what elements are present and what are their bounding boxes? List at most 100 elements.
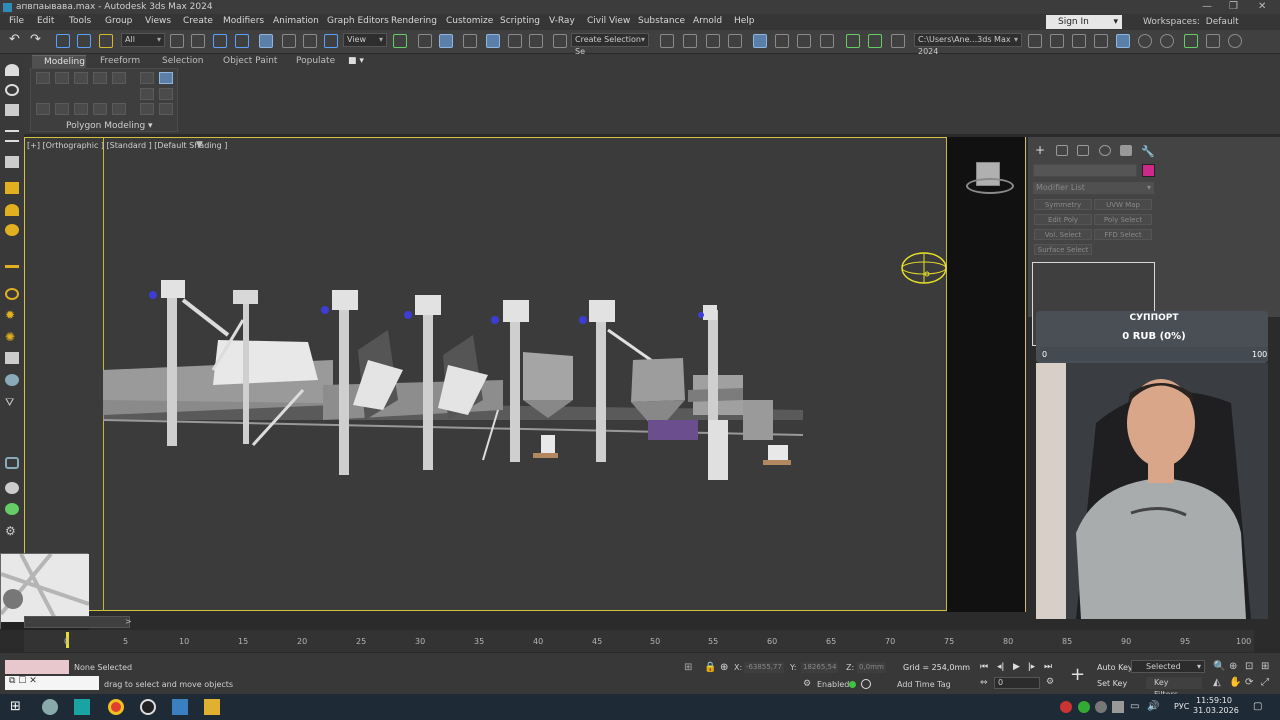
bind-space-warp-icon[interactable] [99,34,113,48]
menu-create[interactable]: Create [183,16,213,26]
modify-tab-icon[interactable] [1056,145,1068,156]
tab-object-paint[interactable]: Object Paint [223,56,277,66]
ribbon-options-icon[interactable]: ■ ▾ [348,56,364,66]
scene-explorer-icon[interactable] [5,156,19,168]
ribbon-tool-button[interactable] [36,72,50,84]
select-move-icon[interactable] [259,34,273,48]
omni-light-icon[interactable] [5,288,19,300]
settings-icon[interactable]: ⚙ [5,524,19,538]
move-tool-icon[interactable] [5,182,19,194]
particles-icon[interactable] [5,503,19,515]
time-tag-icon[interactable] [861,679,871,689]
create-tool-icon[interactable] [5,64,19,76]
volume-icon[interactable]: 🔊 [1147,701,1159,713]
taskbar-date[interactable]: 31.03.2026 [1193,706,1239,715]
time-config-icon[interactable]: ⚙ [1046,677,1054,687]
polygon-modeling-dropdown[interactable]: Polygon Modeling ▾ [66,121,153,131]
render-sphere-icon[interactable] [5,482,19,494]
notification-icon[interactable]: ▢ [1253,701,1265,713]
goto-end-icon[interactable]: ⏭ [1044,662,1052,672]
render-production-icon[interactable] [891,34,905,48]
y-coordinate-field[interactable]: 18265,54 [801,662,839,673]
helper-icon[interactable]: ⛛ [5,396,19,409]
ribbon-tool-button[interactable] [140,88,154,100]
reference-coordinate-dropdown[interactable]: View [343,33,387,47]
link-icon[interactable] [56,34,70,48]
rotate-tool-icon[interactable] [5,204,19,216]
pivot-point-icon[interactable] [393,34,407,48]
ribbon-tool-button[interactable] [55,103,69,115]
menu-animation[interactable]: Animation [273,16,319,26]
undo-icon[interactable]: ↶ [9,32,23,47]
menu-file[interactable]: File [9,16,24,26]
3ds-max-taskbar-icon[interactable] [74,699,90,715]
edit-named-selection-icon[interactable] [553,34,567,48]
tab-selection[interactable]: Selection [162,56,203,66]
play-icon[interactable]: ▶ [1013,662,1020,672]
tray-app-icon[interactable] [1112,701,1124,713]
ribbon-tool-button[interactable] [159,103,173,115]
menu-group[interactable]: Group [105,16,132,26]
light-icon[interactable] [5,265,19,277]
key-filters-button[interactable]: Key Filters... [1146,677,1202,699]
vray-render-icon[interactable] [1094,34,1108,48]
maximize-button[interactable]: ❐ [1229,0,1238,14]
motion-tab-icon[interactable] [1099,145,1111,156]
display-tab-icon[interactable] [1120,145,1132,156]
display-icon[interactable] [172,699,188,715]
menu-views[interactable]: Views [145,16,171,26]
select-scale-icon[interactable] [303,34,317,48]
select-manipulate-icon[interactable] [418,34,432,48]
add-time-tag-button[interactable]: Add Time Tag [897,680,951,689]
tab-populate[interactable]: Populate [296,56,335,66]
sign-in-dropdown[interactable]: Sign In ▾ [1046,15,1122,29]
maxscript-mini-listener[interactable]: ⧉ ☐ ✕ [5,676,99,690]
ribbon-tool-button[interactable] [93,72,107,84]
x-coordinate-field[interactable]: -63855,77 [744,662,784,673]
selection-lock-icon[interactable]: 🔒 [704,662,716,673]
tray-app-icon[interactable] [1095,701,1107,713]
tray-app-icon[interactable] [1060,701,1072,713]
adaptive-degradation-icon[interactable]: ⚙ [803,679,811,689]
menu-scripting[interactable]: Scripting [500,16,540,26]
select-object-icon[interactable] [170,34,184,48]
zoom-icon[interactable]: 🔍 [1213,661,1225,672]
camera-icon[interactable] [5,104,19,116]
align-icon[interactable] [683,34,697,48]
redo-icon[interactable]: ↷ [30,32,44,47]
curve-editor-icon[interactable] [775,34,789,48]
angle-snap-icon[interactable] [486,34,500,48]
ribbon-pin-button[interactable] [159,72,173,84]
window-crossing-icon[interactable] [235,34,249,48]
menu-rendering[interactable]: Rendering [391,16,437,26]
menu-modifiers[interactable]: Modifiers [223,16,264,26]
pan-icon[interactable]: ✋ [1229,677,1241,688]
keyboard-shortcut-override-icon[interactable] [439,34,453,48]
menu-substance[interactable]: Substance [638,16,685,26]
minimize-button[interactable]: — [1202,0,1212,14]
uvw-map-button[interactable]: UVW Map [1094,199,1152,210]
material-icon[interactable] [5,457,19,469]
current-frame-field[interactable]: 0 [994,677,1040,689]
close-button[interactable]: ✕ [1258,0,1266,14]
windows-start-icon[interactable]: ⊞ [10,699,26,715]
sun-icon[interactable]: ✹ [5,308,19,322]
substance-icon[interactable] [1184,34,1198,48]
auto-key-button[interactable]: Auto Key [1097,663,1133,672]
ribbon-tool-button[interactable] [112,72,126,84]
percent-snap-icon[interactable] [508,34,522,48]
time-slider[interactable]: > [24,616,132,628]
key-mode-icon[interactable]: ⇔ [980,678,988,688]
menu-edit[interactable]: Edit [37,16,54,26]
skylight-icon[interactable]: ✺ [5,330,19,344]
tab-freeform[interactable]: Freeform [100,56,140,66]
previous-frame-icon[interactable]: ◂ǀ [997,662,1004,672]
spinner-snap-icon[interactable] [529,34,543,48]
ribbon-tool-button[interactable] [140,72,154,84]
rendered-frame-window-icon[interactable] [868,34,882,48]
viewcube-compass-ring[interactable] [966,178,1014,194]
list-icon[interactable] [1206,34,1220,48]
key-selection-dropdown[interactable]: Selected ▾ [1131,660,1205,673]
sphere-icon[interactable] [5,224,19,236]
layers-icon[interactable] [5,130,19,142]
